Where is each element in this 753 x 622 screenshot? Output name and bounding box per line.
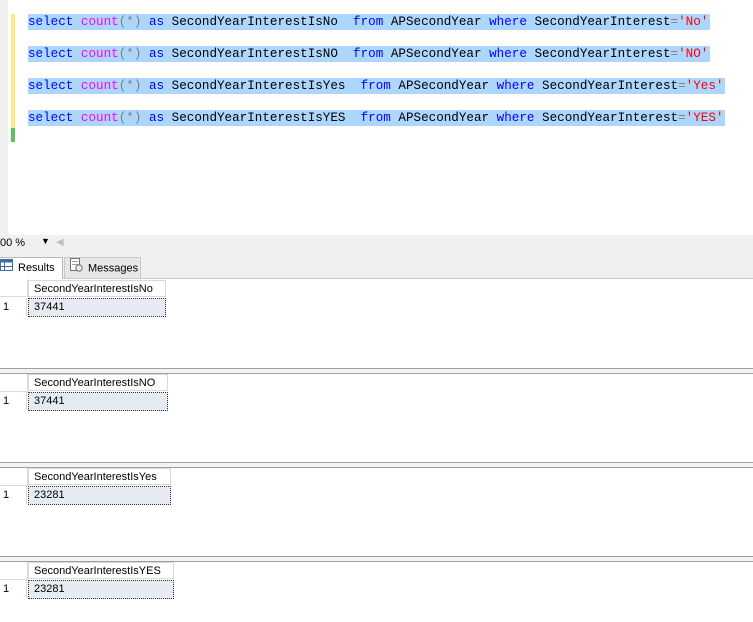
- star-argument: (*): [118, 111, 142, 125]
- column-header[interactable]: SecondYearInterestIsYES: [28, 562, 174, 579]
- count-function: count: [80, 79, 119, 93]
- grid-icon: [0, 258, 13, 278]
- equals-operator: =: [678, 111, 686, 125]
- filter-column: SecondYearInterest: [542, 79, 679, 93]
- select-keyword: select: [28, 79, 74, 93]
- row-number-header: [0, 468, 28, 486]
- saved-line-marker: [11, 128, 15, 142]
- message-icon: [69, 258, 83, 279]
- sql-line-4[interactable]: select count(*) as SecondYearInterestIsY…: [28, 110, 726, 126]
- table-name: APSecondYear: [398, 79, 490, 93]
- results-pane: SecondYearInterestIsNo 1 37441 SecondYea…: [0, 279, 753, 622]
- row-number-header: [0, 279, 28, 297]
- count-function: count: [80, 15, 119, 29]
- changed-lines-marker: [11, 14, 15, 128]
- zoom-level-dropdown[interactable]: 00 %: [0, 237, 25, 249]
- select-keyword: select: [28, 15, 74, 29]
- table-name: APSecondYear: [390, 15, 482, 29]
- filter-column: SecondYearInterest: [534, 47, 671, 61]
- as-keyword: as: [148, 111, 165, 125]
- sql-line-3[interactable]: select count(*) as SecondYearInterestIsY…: [28, 78, 726, 94]
- row-number-header: [0, 562, 28, 580]
- string-literal: 'No': [678, 15, 709, 29]
- column-alias: SecondYearInterestIsNO: [171, 47, 338, 61]
- string-literal: 'Yes': [685, 79, 724, 93]
- query-editor[interactable]: select count(*) as SecondYearInterestIsN…: [0, 0, 753, 235]
- row-number[interactable]: 1: [0, 580, 27, 598]
- equals-operator: =: [670, 47, 679, 61]
- tab-messages[interactable]: Messages: [64, 257, 141, 278]
- column-header[interactable]: SecondYearInterestIsNO: [28, 374, 168, 391]
- from-keyword: from: [353, 15, 384, 29]
- result-cell[interactable]: 23281: [28, 580, 174, 599]
- from-keyword: from: [353, 47, 384, 61]
- row-number[interactable]: 1: [0, 298, 27, 316]
- star-argument: (*): [118, 47, 142, 61]
- scroll-left-icon[interactable]: ◀: [56, 237, 64, 248]
- as-keyword: as: [148, 47, 165, 61]
- count-function: count: [80, 47, 119, 61]
- column-header[interactable]: SecondYearInterestIsNo: [28, 280, 166, 297]
- tab-results[interactable]: Results: [0, 257, 63, 279]
- row-number[interactable]: 1: [0, 486, 27, 504]
- where-keyword: where: [496, 111, 535, 125]
- where-keyword: where: [489, 47, 527, 61]
- column-alias: SecondYearInterestIsYes: [171, 79, 346, 93]
- from-keyword: from: [360, 111, 391, 125]
- star-argument: (*): [118, 15, 142, 29]
- select-keyword: select: [28, 111, 74, 125]
- count-function: count: [80, 111, 119, 125]
- star-argument: (*): [118, 79, 142, 93]
- sql-line-1[interactable]: select count(*) as SecondYearInterestIsN…: [28, 14, 711, 30]
- filter-column: SecondYearInterest: [534, 15, 671, 29]
- table-name: APSecondYear: [390, 47, 482, 61]
- equals-operator: =: [670, 15, 679, 29]
- equals-operator: =: [678, 79, 686, 93]
- select-keyword: select: [28, 47, 74, 61]
- editor-gutter: [0, 0, 8, 235]
- as-keyword: as: [148, 15, 165, 29]
- result-cell[interactable]: 37441: [28, 392, 168, 411]
- editor-status-bar: 00 % ▼ ◀: [0, 235, 753, 252]
- tab-results-label: Results: [18, 262, 55, 274]
- result-cell[interactable]: 23281: [28, 486, 171, 505]
- as-keyword: as: [148, 79, 165, 93]
- tab-messages-label: Messages: [88, 262, 139, 275]
- where-keyword: where: [496, 79, 535, 93]
- result-cell[interactable]: 37441: [28, 298, 166, 317]
- string-literal: 'NO': [678, 47, 709, 61]
- filter-column: SecondYearInterest: [542, 111, 679, 125]
- chevron-down-icon[interactable]: ▼: [41, 236, 50, 246]
- column-header[interactable]: SecondYearInterestIsYes: [28, 468, 171, 485]
- row-number[interactable]: 1: [0, 392, 27, 410]
- from-keyword: from: [360, 79, 391, 93]
- column-alias: SecondYearInterestIsYES: [171, 111, 346, 125]
- column-alias: SecondYearInterestIsNo: [171, 15, 338, 29]
- string-literal: 'YES': [685, 111, 724, 125]
- where-keyword: where: [489, 15, 527, 29]
- results-tab-bar: Results Messages: [0, 252, 753, 279]
- table-name: APSecondYear: [398, 111, 490, 125]
- sql-line-2[interactable]: select count(*) as SecondYearInterestIsN…: [28, 46, 711, 62]
- row-number-header: [0, 374, 28, 392]
